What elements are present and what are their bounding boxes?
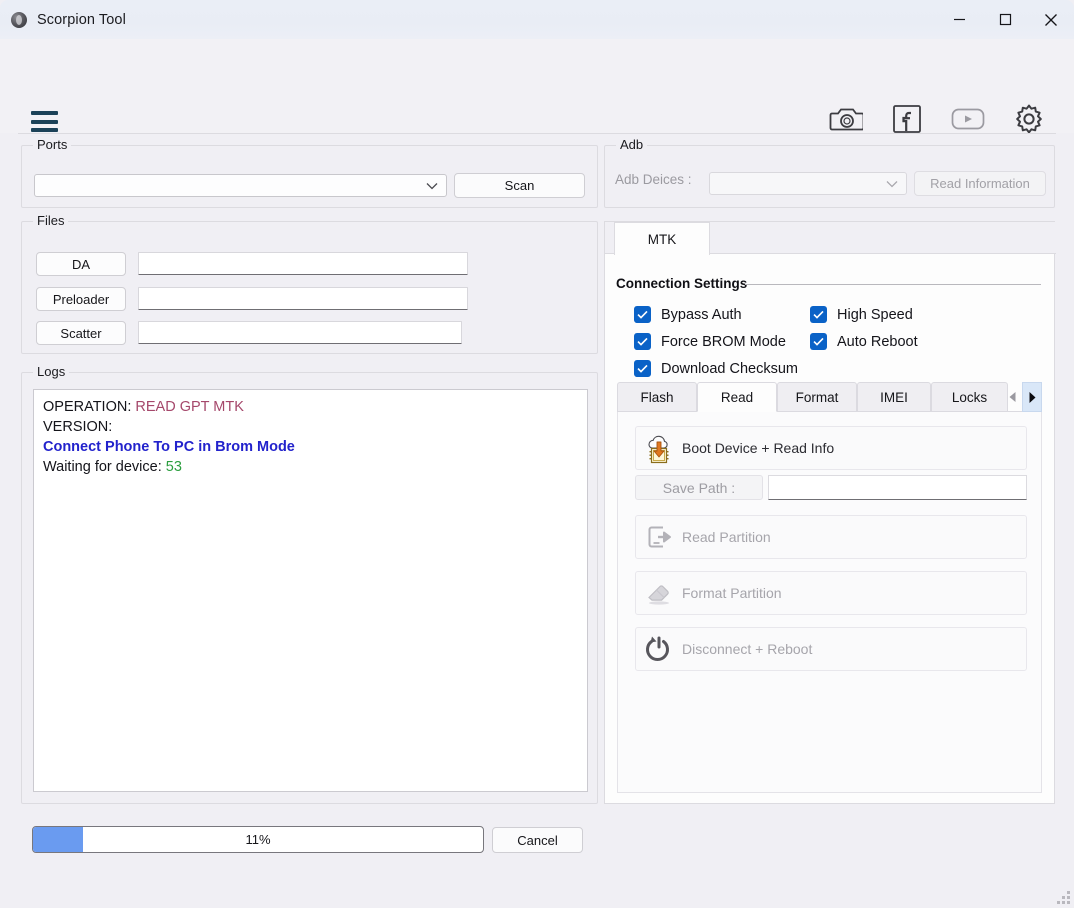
toolbar-icon-group [828,101,1047,137]
button-label: Format Partition [682,585,782,601]
tab-locks[interactable]: Locks [931,382,1008,412]
gear-icon[interactable] [1011,101,1047,137]
format-partition-button[interactable]: Format Partition [635,571,1027,615]
button-label: Boot Device + Read Info [682,440,835,456]
facebook-icon[interactable] [889,101,925,137]
maximize-icon[interactable] [982,0,1028,39]
camera-icon[interactable] [828,101,864,137]
log-line: Connect Phone To PC in Brom Mode [43,439,295,455]
checkbox-force-brom-mode[interactable]: Force BROM Mode [634,333,786,350]
tab-mtk[interactable]: MTK [614,222,710,255]
checkbox-label: Download Checksum [661,360,799,377]
checkbox-label: Auto Reboot [837,333,918,350]
files-legend: Files [33,213,69,228]
button-label: Read Partition [682,529,771,545]
progress-bar-fill [33,827,83,852]
tab-flash[interactable]: Flash [617,382,697,412]
check-icon [810,306,827,323]
resize-grip[interactable] [1056,890,1070,904]
checkbox-label: High Speed [837,306,913,323]
check-icon [810,333,827,350]
save-path-input[interactable] [768,475,1027,500]
close-icon[interactable] [1028,0,1074,39]
progress-bar: 11% [32,826,484,853]
app-toolbar [0,39,1074,135]
checkbox-label: Force BROM Mode [661,333,786,350]
application-window: Scorpion Tool Ports Scan Files DA Preloa… [0,0,1074,908]
checkbox-label: Bypass Auth [661,306,742,323]
checkbox-bypass-auth[interactable]: Bypass Auth [634,306,742,323]
chevron-right-icon[interactable] [1022,382,1042,412]
phone-export-icon [636,521,682,553]
progress-percent-label: 11% [245,832,271,847]
adb-devices-select[interactable] [709,172,907,195]
checkbox-high-speed[interactable]: High Speed [810,306,913,323]
power-restart-icon [636,632,682,666]
youtube-icon[interactable] [950,101,986,137]
minimize-icon[interactable] [936,0,982,39]
adb-legend: Adb [616,137,648,152]
hamburger-menu-icon[interactable] [31,108,58,135]
connection-settings-legend: Connection Settings [616,276,748,291]
window-title: Scorpion Tool [37,11,126,28]
window-controls [936,0,1074,39]
adb-group: Adb Adb Deices : Read Information [604,137,1055,208]
title-bar: Scorpion Tool [0,0,1074,39]
logs-group: Logs OPERATION: READ GPT MTK VERSION: Co… [21,364,598,804]
chevron-left-icon[interactable] [1002,382,1022,412]
ports-legend: Ports [33,137,72,152]
tab-read[interactable]: Read [697,382,777,412]
tab-format[interactable]: Format [777,382,857,412]
disconnect-reboot-button[interactable]: Disconnect + Reboot [635,627,1027,671]
cloud-download-chip-icon [636,431,682,465]
checkbox-auto-reboot[interactable]: Auto Reboot [810,333,918,350]
tab-imei[interactable]: IMEI [857,382,931,412]
checkbox-download-checksum[interactable]: Download Checksum [634,360,798,377]
scatter-button[interactable]: Scatter [36,321,126,345]
preloader-button[interactable]: Preloader [36,287,126,311]
logs-output[interactable]: OPERATION: READ GPT MTK VERSION: Connect… [33,389,588,792]
toolbar-divider [18,133,1056,134]
read-partition-button[interactable]: Read Partition [635,515,1027,559]
check-icon [634,360,651,377]
mtk-panel: MTK Connection Settings Bypass Auth High… [604,221,1056,804]
app-logo-icon [11,11,27,28]
connection-settings-rule [745,284,1041,285]
read-information-button[interactable]: Read Information [914,171,1046,196]
log-line: VERSION: [43,419,113,435]
scan-button[interactable]: Scan [454,173,585,198]
read-tab-pane: Boot Device + Read Info Save Path : Read… [617,412,1042,793]
chevron-down-icon [886,180,898,188]
log-line: Waiting for device: 53 [43,459,182,475]
inner-tab-strip: Flash Read Format IMEI Locks [617,382,1042,412]
boot-device-read-info-button[interactable]: Boot Device + Read Info [635,426,1027,470]
eraser-icon [636,579,682,607]
button-label: Disconnect + Reboot [682,641,813,657]
save-path-button[interactable]: Save Path : [635,475,763,500]
chevron-down-icon [426,182,438,190]
log-line: OPERATION: READ GPT MTK [43,399,244,415]
cancel-button[interactable]: Cancel [492,827,583,853]
logs-legend: Logs [33,364,70,379]
scatter-path-input[interactable] [138,321,462,344]
files-group: Files DA Preloader Scatter [21,213,598,354]
ports-combo-select[interactable] [34,174,447,197]
adb-devices-label: Adb Deices : [615,172,692,187]
check-icon [634,333,651,350]
da-button[interactable]: DA [36,252,126,276]
check-icon [634,306,651,323]
ports-group: Ports Scan [21,137,598,208]
preloader-path-input[interactable] [138,287,468,310]
da-path-input[interactable] [138,252,468,275]
